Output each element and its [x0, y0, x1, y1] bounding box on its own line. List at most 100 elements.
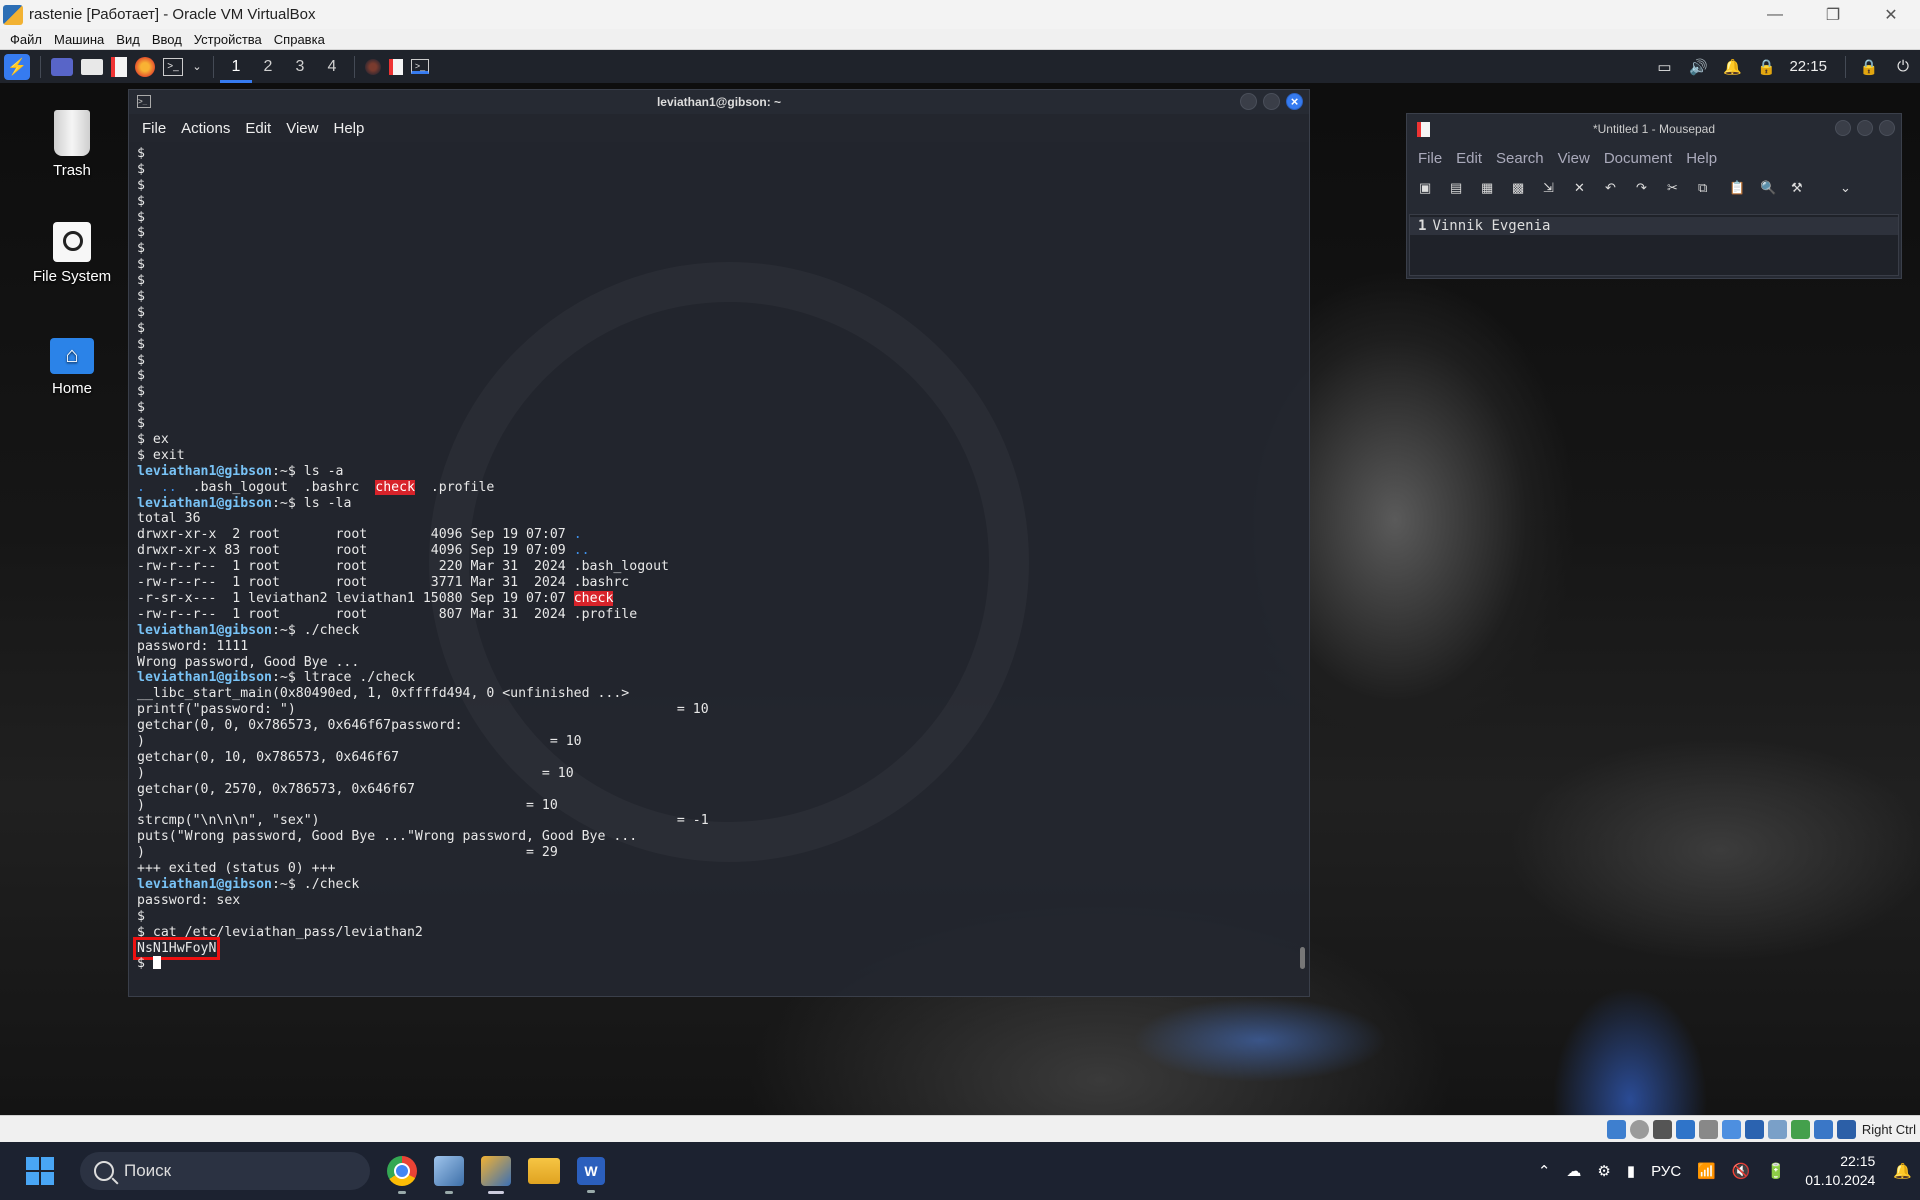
panel-clock[interactable]: 22:15 — [1789, 58, 1827, 75]
notification-bell-icon[interactable]: 🔔 — [1719, 54, 1745, 80]
toolbar-overflow-icon[interactable]: ⌄ — [1840, 180, 1871, 196]
file-manager-icon[interactable] — [81, 58, 103, 75]
show-desktop-icon[interactable] — [51, 57, 73, 76]
hard-disk-icon[interactable] — [1606, 1119, 1626, 1139]
notification-bell-icon[interactable]: 🔔 — [1893, 1162, 1912, 1180]
meter-icon[interactable]: ▮ — [1627, 1162, 1635, 1180]
minimize-button[interactable] — [1835, 120, 1851, 136]
terminal-menu-view[interactable]: View — [286, 120, 318, 137]
menu-machine[interactable]: Машина — [54, 32, 104, 47]
terminal-scrollbar[interactable] — [1300, 947, 1305, 969]
mousepad-title-bar[interactable]: *Untitled 1 - Mousepad — [1407, 114, 1901, 144]
onedrive-icon[interactable]: ☁ — [1566, 1162, 1581, 1180]
workspace-2[interactable]: 2 — [252, 50, 284, 83]
windows-start-icon[interactable] — [26, 1157, 54, 1185]
workspace-1[interactable]: 1 — [220, 50, 252, 83]
workspace-4[interactable]: 4 — [316, 50, 348, 83]
text-editor-icon[interactable] — [111, 56, 127, 77]
mousepad-editor[interactable]: 1 Vinnik Evgenia — [1409, 214, 1899, 276]
shared-folders-icon[interactable] — [1721, 1119, 1741, 1139]
terminal-title-bar[interactable]: >_ leviathan1@gibson: ~ × — [129, 90, 1309, 114]
mousepad-window[interactable]: *Untitled 1 - Mousepad File Edit Search … — [1406, 113, 1902, 279]
minimize-button[interactable] — [1240, 93, 1257, 110]
find-replace-icon[interactable]: ⚒ — [1791, 180, 1822, 196]
cpu-icon[interactable] — [1790, 1119, 1810, 1139]
save-icon[interactable]: ▦ — [1481, 180, 1512, 196]
mousepad-menu-help[interactable]: Help — [1686, 150, 1717, 167]
audio-icon[interactable] — [1652, 1119, 1672, 1139]
file-explorer-icon[interactable] — [528, 1158, 560, 1184]
menu-help[interactable]: Справка — [274, 32, 325, 47]
mouse-integration-icon[interactable] — [1813, 1119, 1833, 1139]
settings-sliders-icon[interactable]: ⚙ — [1597, 1162, 1610, 1180]
desktop-icon-home[interactable]: Home — [12, 338, 132, 397]
workspace-3[interactable]: 3 — [284, 50, 316, 83]
mousepad-menu-document[interactable]: Document — [1604, 150, 1672, 167]
close-icon[interactable]: × — [1286, 93, 1303, 110]
menu-devices[interactable]: Устройства — [194, 32, 262, 47]
maximize-button[interactable] — [1857, 120, 1873, 136]
battery-charging-icon[interactable]: 🔋 — [1767, 1162, 1786, 1180]
kali-menu-icon[interactable]: ⚡ — [4, 53, 30, 80]
virtualbox-taskbar-icon[interactable] — [434, 1156, 464, 1194]
restore-button[interactable]: ❐ — [1804, 5, 1862, 25]
keyboard-capture-icon[interactable] — [1836, 1119, 1856, 1139]
taskbar-firefox-icon[interactable] — [365, 58, 381, 75]
chevron-up-icon[interactable]: ⌃ — [1538, 1162, 1551, 1180]
video-capture-icon[interactable] — [1767, 1119, 1787, 1139]
menu-file[interactable]: Файл — [10, 32, 42, 47]
terminal-launcher-icon[interactable]: >_ — [163, 57, 183, 76]
search-icon[interactable]: 🔍 — [1760, 180, 1791, 196]
lock-screen-icon[interactable]: 🔒 — [1856, 54, 1882, 80]
display-icon[interactable] — [1744, 1119, 1764, 1139]
revert-icon[interactable]: ⇲ — [1543, 180, 1574, 196]
optical-drive-icon[interactable] — [1629, 1119, 1649, 1139]
close-icon[interactable]: ✕ — [1574, 180, 1605, 196]
copy-icon[interactable]: ⧉ — [1698, 180, 1729, 196]
minimize-button[interactable]: — — [1746, 6, 1804, 24]
desktop-icon-file-system[interactable]: File System — [12, 222, 132, 285]
new-document-icon[interactable]: ▣ — [1419, 180, 1450, 196]
terminal-menu-actions[interactable]: Actions — [181, 120, 230, 137]
windows-clock[interactable]: 22:15 01.10.2024 — [1805, 1152, 1875, 1190]
terminal-menu-help[interactable]: Help — [333, 120, 364, 137]
firefox-icon[interactable] — [135, 56, 155, 77]
chrome-icon[interactable] — [387, 1156, 417, 1194]
menu-input[interactable]: Ввод — [152, 32, 182, 47]
usb-icon[interactable] — [1698, 1119, 1718, 1139]
battery-lock-icon[interactable]: 🔒 — [1753, 54, 1779, 80]
undo-icon[interactable]: ↶ — [1605, 180, 1636, 196]
cut-icon[interactable]: ✂ — [1667, 180, 1698, 196]
redo-icon[interactable]: ↷ — [1636, 180, 1667, 196]
desktop-icon-trash[interactable]: Trash — [12, 110, 132, 179]
mousepad-menu-file[interactable]: File — [1418, 150, 1442, 167]
menu-view[interactable]: Вид — [116, 32, 140, 47]
mousepad-menu-search[interactable]: Search — [1496, 150, 1544, 167]
paste-icon[interactable]: 📋 — [1729, 180, 1760, 196]
power-icon[interactable]: ⏻ — [1890, 54, 1916, 80]
chevron-down-icon[interactable]: ⌄ — [191, 54, 203, 80]
wifi-icon[interactable]: 📶 — [1697, 1162, 1716, 1180]
terminal-line: NsN1HwFoyN — [132, 936, 1309, 960]
maximize-button[interactable] — [1263, 93, 1280, 110]
mousepad-menu-view[interactable]: View — [1558, 150, 1590, 167]
volume-icon[interactable]: 🔊 — [1685, 54, 1711, 80]
close-button[interactable]: ✕ — [1862, 5, 1920, 25]
volume-muted-icon[interactable]: 🔇 — [1732, 1162, 1751, 1180]
word-icon[interactable]: W — [577, 1157, 605, 1193]
language-indicator[interactable]: РУС — [1651, 1163, 1681, 1180]
taskbar-mousepad-icon[interactable] — [389, 58, 403, 75]
terminal-window[interactable]: >_ leviathan1@gibson: ~ × File Actions E… — [128, 89, 1310, 997]
display-icon[interactable]: ▭ — [1651, 54, 1677, 80]
virtualbox-vm-taskbar-icon[interactable] — [481, 1156, 511, 1194]
mousepad-menu-edit[interactable]: Edit — [1456, 150, 1482, 167]
network-icon[interactable] — [1675, 1119, 1695, 1139]
new-window-icon[interactable]: ▤ — [1450, 180, 1481, 196]
taskbar-terminal-icon[interactable]: >_ — [411, 59, 429, 74]
save-as-icon[interactable]: ▩ — [1512, 180, 1543, 196]
taskbar-search[interactable]: Поиск — [80, 1152, 370, 1190]
terminal-menu-edit[interactable]: Edit — [245, 120, 271, 137]
terminal-output[interactable]: $ $ $ $ $ $ $ $ $ $ $ $ $ $ $ $ $ $ $ ex… — [129, 142, 1309, 996]
close-button[interactable] — [1879, 120, 1895, 136]
terminal-menu-file[interactable]: File — [142, 120, 166, 137]
